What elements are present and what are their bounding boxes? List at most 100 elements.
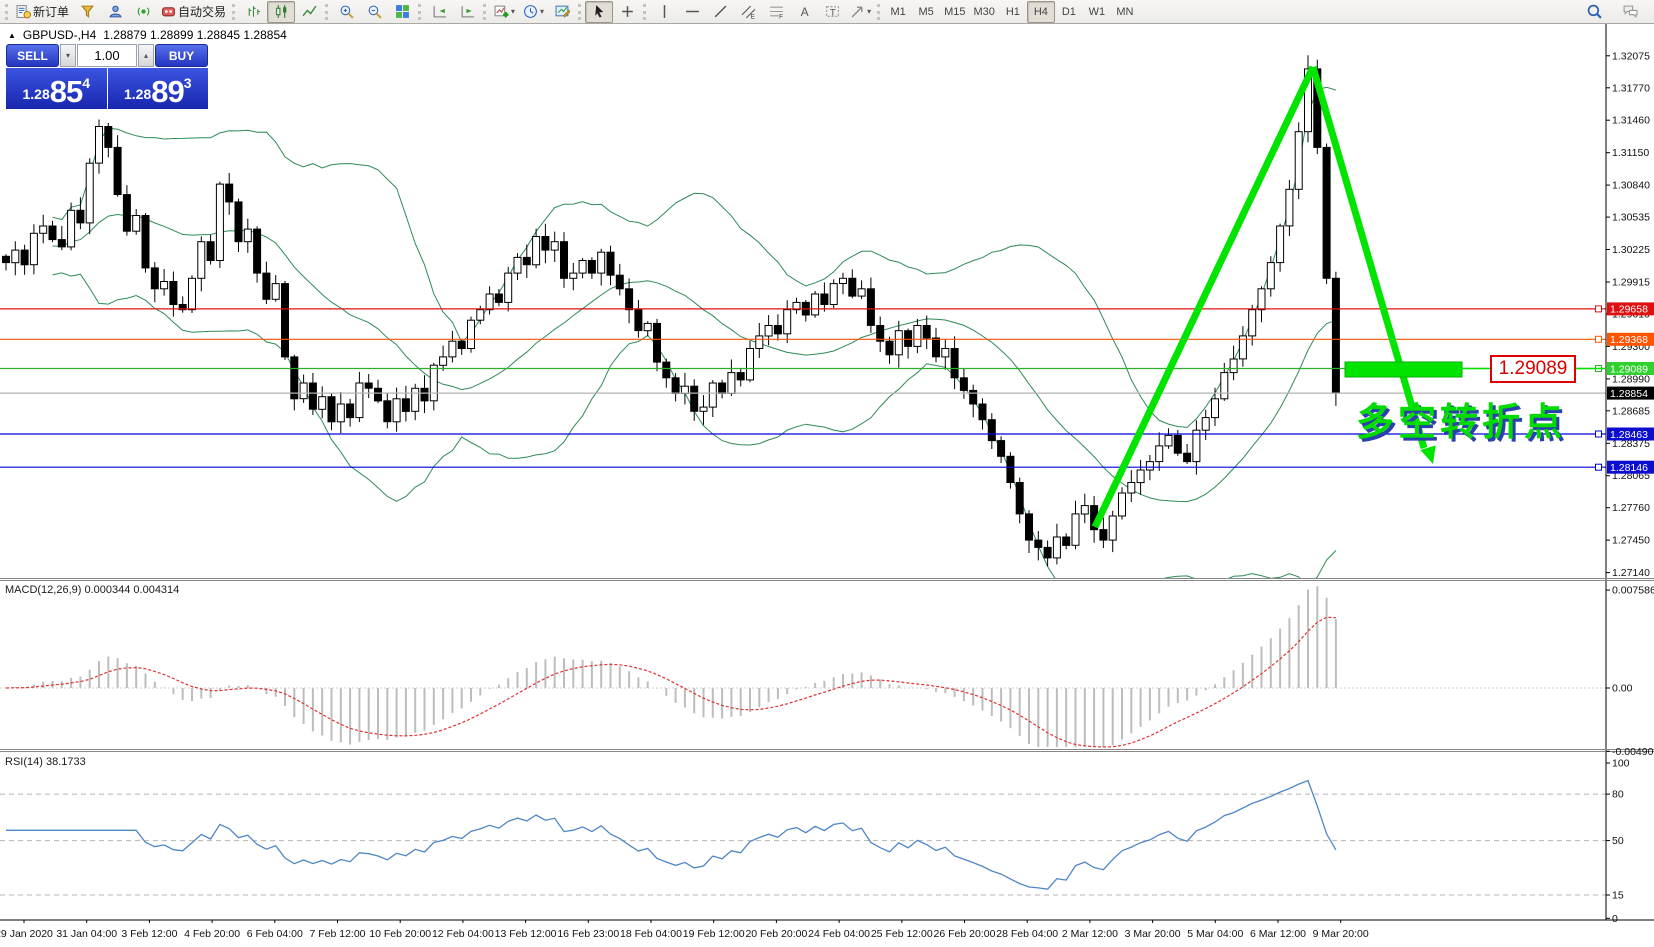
timeframe-M5[interactable]: M5 [912, 1, 940, 23]
shapes-button[interactable]: ▾ [846, 1, 875, 23]
toolbar: 新订单 自动交易 ▾ ▾ E F AT ▾ M1 M5 M15 M30H1H4D1 W1 MN [0, 0, 1654, 24]
svg-text:100: 100 [1612, 758, 1630, 770]
dropdown-caret-icon[interactable]: ▾ [867, 7, 871, 16]
period-clock-button[interactable]: ▾ [519, 1, 548, 23]
crosshair-button[interactable] [613, 1, 641, 23]
tile-windows-icon [395, 4, 410, 19]
timeframe-M1[interactable]: M1 [884, 1, 912, 23]
svg-text:3 Feb 12:00: 3 Feb 12:00 [121, 928, 177, 940]
add-indicator-button[interactable]: ▾ [490, 1, 519, 23]
hline-button[interactable] [678, 1, 706, 23]
search-button[interactable] [1580, 1, 1608, 23]
svg-text:0.007586: 0.007586 [1612, 585, 1654, 597]
label-button[interactable]: T [818, 1, 846, 23]
svg-text:7 Feb 12:00: 7 Feb 12:00 [309, 928, 365, 940]
dropdown-caret-icon[interactable]: ▾ [540, 7, 544, 16]
template-button[interactable] [548, 1, 576, 23]
signal-icon [136, 4, 151, 19]
svg-text:12 Feb 04:00: 12 Feb 04:00 [432, 928, 494, 940]
signal-button[interactable] [129, 1, 157, 23]
timeframe-M15[interactable]: M15 [940, 1, 969, 23]
zoom-out-button[interactable] [360, 1, 388, 23]
svg-text:15: 15 [1612, 890, 1624, 902]
buy-button[interactable]: BUY [155, 44, 208, 67]
svg-text:1.29089: 1.29089 [1610, 363, 1648, 375]
toolbar-group: 新订单 自动交易 [3, 0, 230, 23]
timeframe-M30[interactable]: M30 [969, 1, 998, 23]
dropdown-caret-icon[interactable]: ▾ [511, 7, 515, 16]
search-icon [1587, 4, 1602, 19]
svg-text:19 Feb 12:00: 19 Feb 12:00 [683, 928, 745, 940]
buy-price[interactable]: 1.28893 [108, 68, 209, 109]
autotrade-button[interactable]: 自动交易 [157, 1, 230, 23]
hline-icon [685, 4, 700, 19]
svg-text:1.29368: 1.29368 [1610, 334, 1648, 346]
svg-text:1.27760: 1.27760 [1612, 502, 1650, 514]
new-order-button[interactable]: 新订单 [12, 1, 73, 23]
trendline-button[interactable] [706, 1, 734, 23]
svg-text:1.28685: 1.28685 [1612, 405, 1650, 417]
line-chart-button[interactable] [295, 1, 323, 23]
rsi-label: RSI(14) 38.1733 [5, 756, 86, 768]
timeframe-H1[interactable]: H1 [999, 1, 1027, 23]
svg-text:2 Mar 12:00: 2 Mar 12:00 [1062, 928, 1118, 940]
vline-icon [657, 4, 672, 19]
cursor-icon [592, 4, 607, 19]
price-target-label[interactable]: 1.29089 [1490, 355, 1576, 383]
volume-increase-button[interactable]: ▴ [138, 44, 154, 67]
chat-button[interactable] [1616, 1, 1644, 23]
autoscroll-button[interactable] [425, 1, 453, 23]
svg-text:4 Feb 20:00: 4 Feb 20:00 [184, 928, 240, 940]
volume-decrease-button[interactable]: ▾ [60, 44, 76, 67]
toolbar-group [416, 0, 481, 23]
turning-point-annotation: 多空转折点 [1356, 391, 1566, 446]
trendline-icon [713, 4, 728, 19]
funnel-button[interactable] [73, 1, 101, 23]
sell-button[interactable]: SELL [6, 44, 59, 67]
timeframe-D1[interactable]: D1 [1055, 1, 1083, 23]
svg-text:1.29915: 1.29915 [1612, 277, 1650, 289]
candles-chart-button[interactable] [267, 1, 295, 23]
svg-text:F: F [779, 13, 783, 19]
toolbar-group: E F AT ▾ [641, 0, 875, 23]
timeframe-MN[interactable]: MN [1111, 1, 1139, 23]
label-icon: T [825, 4, 840, 19]
channel-button[interactable]: E [734, 1, 762, 23]
profile-button[interactable] [101, 1, 129, 23]
cursor-button[interactable] [585, 1, 613, 23]
one-click-trading-panel: SELL ▾ 1.00 ▴ BUY 1.28854 1.28893 [6, 44, 208, 109]
timeframe-H4[interactable]: H4 [1027, 1, 1055, 23]
bars-chart-button[interactable] [239, 1, 267, 23]
buy-price-main: 89 [151, 79, 183, 105]
line-chart-icon [302, 4, 317, 19]
chart-header: ▲ GBPUSD-,H4 1.28879 1.28899 1.28845 1.2… [8, 28, 287, 42]
zoom-in-button[interactable] [332, 1, 360, 23]
chart-shift-button[interactable] [453, 1, 481, 23]
text-button[interactable]: A [790, 1, 818, 23]
toolbar-groups: 新订单 自动交易 ▾ ▾ E F AT ▾ M1 M5 M15 M30H1H4D1 W1 MN [0, 0, 1580, 23]
svg-text:1.31460: 1.31460 [1612, 115, 1650, 127]
button-label: W1 [1089, 6, 1106, 18]
svg-text:50: 50 [1612, 835, 1624, 847]
price-chart[interactable]: 10080501501.320751.317701.314601.311501.… [0, 24, 1654, 947]
profile-icon [108, 4, 123, 19]
svg-text:28 Feb 04:00: 28 Feb 04:00 [996, 928, 1058, 940]
timeframe-W1[interactable]: W1 [1083, 1, 1111, 23]
sell-price-prefix: 1.28 [22, 86, 49, 102]
sell-price[interactable]: 1.28854 [6, 68, 107, 109]
new-order-icon [16, 4, 31, 19]
svg-text:6 Mar 12:00: 6 Mar 12:00 [1250, 928, 1306, 940]
collapse-panel-icon[interactable]: ▲ [8, 31, 16, 40]
vline-button[interactable] [650, 1, 678, 23]
tile-windows-button[interactable] [388, 1, 416, 23]
ohlc-values: 1.28879 1.28899 1.28845 1.28854 [103, 28, 287, 42]
button-label: MN [1116, 6, 1133, 18]
volume-input[interactable]: 1.00 [77, 44, 137, 67]
svg-text:1.30535: 1.30535 [1612, 212, 1650, 224]
fibo-button[interactable]: F [762, 1, 790, 23]
button-label: M5 [918, 6, 933, 18]
button-label: M15 [944, 6, 965, 18]
svg-text:10 Feb 20:00: 10 Feb 20:00 [369, 928, 431, 940]
candles-chart-icon [274, 4, 289, 19]
macd-label: MACD(12,26,9) 0.000344 0.004314 [5, 584, 179, 596]
